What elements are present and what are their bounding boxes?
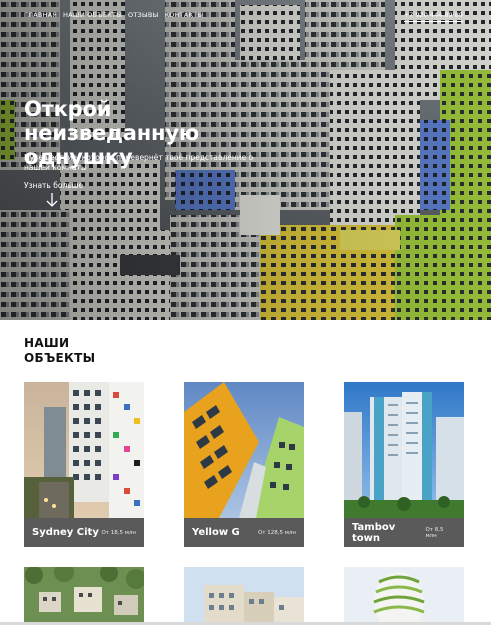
object-price: От 18,5 млн xyxy=(101,529,136,536)
object-photo xyxy=(344,567,464,625)
object-card-row2-3[interactable] xyxy=(344,567,464,625)
hero-banner: ГЛАВНАЯ НАШИ ОБЪЕКТЫ ОТЗЫВЫ КОНТАКТЫ +7 … xyxy=(0,0,491,320)
top-nav: ГЛАВНАЯ НАШИ ОБЪЕКТЫ ОТЗЫВЫ КОНТАКТЫ xyxy=(24,11,203,19)
nav-item-home[interactable]: ГЛАВНАЯ xyxy=(24,11,57,19)
card-caption: Yellow G От 128,5 млн xyxy=(184,518,304,547)
object-name: Tambov town xyxy=(352,521,396,544)
card-caption: Sydney City От 18,5 млн xyxy=(24,518,144,547)
object-photo xyxy=(184,567,304,625)
nav-item-reviews[interactable]: ОТЗЫВЫ xyxy=(128,11,158,19)
object-photo xyxy=(24,567,144,625)
object-price: От 8,5 млн xyxy=(425,526,444,539)
card-caption: Tambov town От 8,5 млн xyxy=(344,518,464,547)
nav-item-objects[interactable]: НАШИ ОБЪЕКТЫ xyxy=(63,11,122,19)
object-name: Yellow G xyxy=(192,527,240,538)
learn-more-link[interactable]: Узнать больше xyxy=(24,181,83,190)
phone-number[interactable]: +7 920 444 89 89 xyxy=(403,11,463,22)
nav-item-contacts[interactable]: КОНТАКТЫ xyxy=(164,11,203,19)
object-card-sydney-city[interactable]: Sydney City От 18,5 млн xyxy=(24,382,144,547)
object-card-yellow-g[interactable]: Yellow G От 128,5 млн xyxy=(184,382,304,547)
object-card-tambov-town[interactable]: Tambov town От 8,5 млн xyxy=(344,382,464,547)
object-price: От 128,5 млн xyxy=(257,529,296,536)
objects-title-line2: ОБЪЕКТЫ xyxy=(24,351,96,365)
objects-title-line1: НАШИ xyxy=(24,336,70,350)
hero-subtitle: Путешествие, которое перевернёт твоё пре… xyxy=(24,153,254,172)
objects-section-title: НАШИ ОБЪЕКТЫ xyxy=(24,336,95,366)
object-card-row2-2[interactable] xyxy=(184,567,304,625)
arrow-down-icon[interactable] xyxy=(45,192,59,208)
object-card-row2-1[interactable] xyxy=(24,567,144,625)
object-name: Sydney City xyxy=(32,527,99,538)
